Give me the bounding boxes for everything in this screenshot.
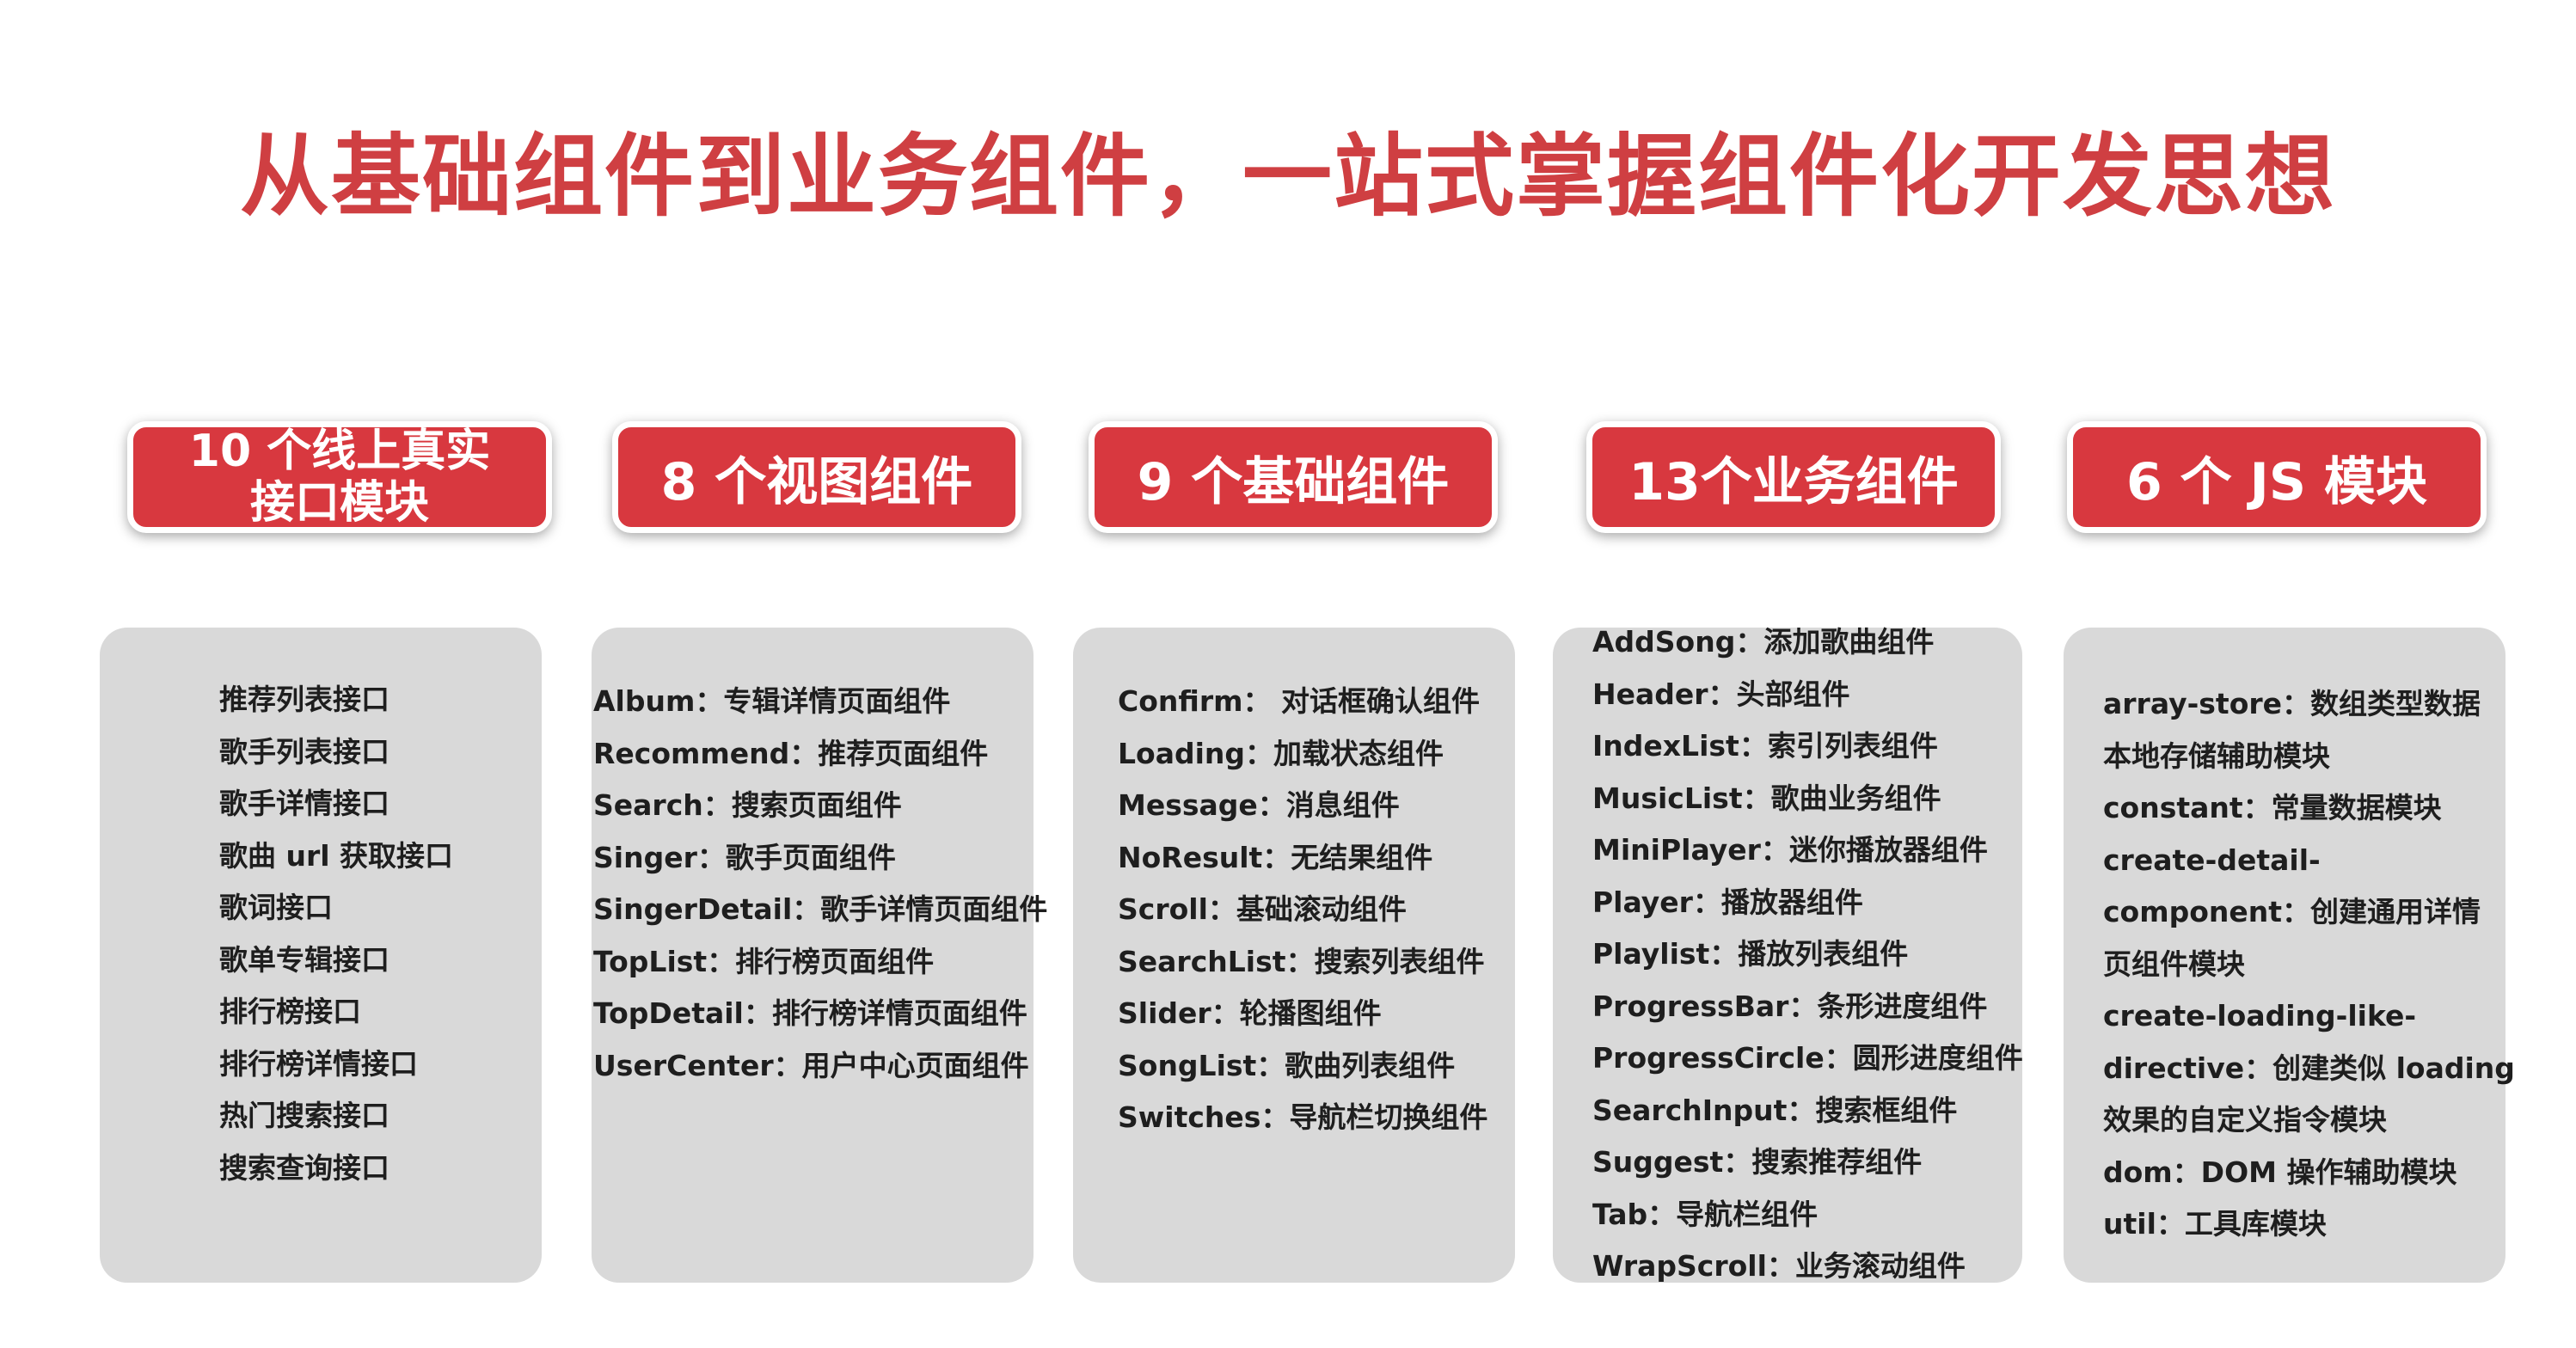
list-item: ProgressBar：条形进度组件 (1592, 989, 1988, 1023)
list-item: 搜索查询接口 (219, 1150, 389, 1185)
list-item: UserCenter：用户中心页面组件 (593, 1048, 1029, 1082)
list-item: Playlist：播放列表组件 (1592, 937, 1909, 971)
list-item: Tab：导航栏组件 (1592, 1197, 1819, 1231)
list-item: 排行榜接口 (219, 995, 361, 1028)
list-item: Loading：加载状态组件 (1118, 736, 1444, 770)
list-item: Recommend：推荐页面组件 (593, 736, 989, 770)
category-api-modules-label-line1: 10 个线上真实 (188, 426, 491, 477)
category-api-modules-label-line2: 接口模块 (249, 477, 429, 529)
list-item: 效果的自定义指令模块 (2103, 1103, 2387, 1137)
list-item: create-detail- (2103, 842, 2321, 877)
list-item: WrapScroll：业务滚动组件 (1592, 1249, 1966, 1283)
list-item: Player：播放器组件 (1592, 885, 1863, 919)
list-item: component：创建通用详情 (2103, 895, 2481, 928)
list-item: Header：头部组件 (1592, 677, 1850, 711)
list-item: 歌曲 url 获取接口 (219, 838, 454, 873)
list-item: Album：专辑详情页面组件 (593, 684, 951, 718)
list-item: IndexList：索引列表组件 (1592, 729, 1938, 763)
list-view-components: Album：专辑详情页面组件 Recommend：推荐页面组件 Search：搜… (593, 676, 1047, 1092)
list-item: util：工具库模块 (2103, 1207, 2327, 1241)
list-item: directive：创建类似 loading (2103, 1051, 2515, 1085)
list-item: TopList：排行榜页面组件 (593, 944, 935, 978)
page-title: 从基础组件到业务组件，一站式掌握组件化开发思想 (239, 124, 2336, 229)
list-item: create-loading-like- (2103, 999, 2417, 1032)
list-item: 歌单专辑接口 (219, 942, 389, 977)
list-item: Singer：歌手页面组件 (593, 840, 896, 874)
list-business-components: AddSong：添加歌曲组件 Header：头部组件 IndexList：索引列… (1592, 616, 2023, 1293)
category-business-components: 13个业务组件 (1586, 421, 2001, 533)
list-item: Search：搜索页面组件 (593, 788, 902, 822)
list-item: TopDetail：排行榜详情页面组件 (593, 996, 1027, 1030)
category-view-components-label: 8 个视图组件 (660, 451, 973, 512)
list-item: MiniPlayer：迷你播放器组件 (1592, 833, 1988, 867)
list-item: NoResult：无结果组件 (1118, 840, 1433, 874)
list-item: SingerDetail：歌手详情页面组件 (593, 892, 1048, 926)
list-item: array-store：数组类型数据 (2103, 687, 2481, 720)
list-item: SearchInput：搜索框组件 (1592, 1093, 1958, 1127)
list-item: Switches：导航栏切换组件 (1118, 1100, 1488, 1134)
category-business-components-label: 13个业务组件 (1628, 451, 1959, 512)
category-base-components-label: 9 个基础组件 (1137, 451, 1450, 512)
list-item: 歌手详情接口 (219, 787, 389, 820)
list-item: 歌词接口 (219, 891, 333, 924)
list-item: Scroll：基础滚动组件 (1118, 892, 1407, 926)
list-item: AddSong：添加歌曲组件 (1592, 625, 1935, 659)
list-item: Message：消息组件 (1118, 788, 1400, 822)
list-item: MusicList：歌曲业务组件 (1592, 781, 1941, 815)
list-item: 推荐列表接口 (219, 683, 389, 716)
list-item: Suggest：搜索推荐组件 (1592, 1145, 1923, 1179)
list-item: 页组件模块 (2103, 947, 2245, 981)
list-item: 热门搜索接口 (219, 1099, 389, 1132)
list-item: 本地存储辅助模块 (2103, 738, 2330, 773)
category-api-modules: 10 个线上真实 接口模块 (127, 421, 552, 533)
list-base-components: Confirm： 对话框确认组件 Loading：加载状态组件 Message：… (1118, 676, 1487, 1144)
list-js-modules: array-store：数组类型数据 本地存储辅助模块 constant：常量数… (2103, 678, 2515, 1251)
category-js-modules-label: 6 个 JS 模块 (2126, 451, 2427, 512)
category-base-components: 9 个基础组件 (1089, 421, 1498, 533)
category-view-components: 8 个视图组件 (612, 421, 1021, 533)
list-item: constant：常量数据模块 (2103, 791, 2442, 824)
list-item: 排行榜详情接口 (219, 1046, 418, 1081)
category-js-modules: 6 个 JS 模块 (2067, 421, 2487, 533)
list-item: Slider：轮播图组件 (1118, 996, 1382, 1030)
list-item: SongList：歌曲列表组件 (1118, 1048, 1456, 1082)
list-item: ProgressCircle：圆形进度组件 (1592, 1041, 2023, 1075)
list-item: SearchList：搜索列表组件 (1118, 944, 1485, 978)
list-item: Confirm： 对话框确认组件 (1118, 684, 1480, 718)
list-item: dom：DOM 操作辅助模块 (2103, 1155, 2457, 1189)
list-item: 歌手列表接口 (219, 734, 389, 769)
list-api-modules: 推荐列表接口 歌手列表接口 歌手详情接口 歌曲 url 获取接口 歌词接口 歌单… (219, 674, 453, 1194)
